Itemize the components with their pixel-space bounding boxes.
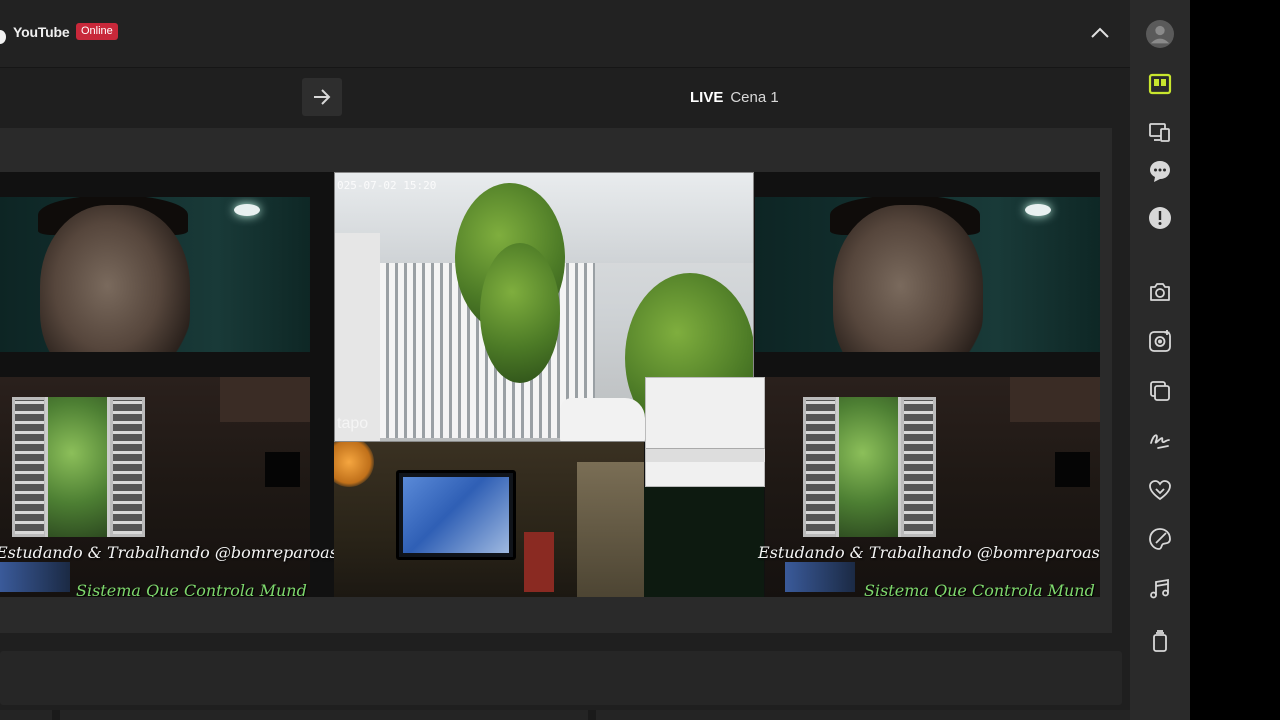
bottom-panel bbox=[0, 651, 1122, 705]
signature-button[interactable] bbox=[1146, 426, 1174, 454]
chat-button[interactable] bbox=[1146, 157, 1174, 185]
overlay-window bbox=[645, 377, 766, 487]
music-button[interactable] bbox=[1146, 575, 1174, 603]
scene-layout-icon bbox=[1148, 73, 1172, 95]
status-badge: Online bbox=[76, 23, 118, 40]
center-desk-feed bbox=[334, 442, 644, 597]
live-label: LIVE bbox=[690, 89, 724, 106]
bottom-strip bbox=[0, 710, 1130, 720]
music-icon bbox=[1150, 578, 1169, 599]
alert-icon bbox=[1149, 207, 1171, 229]
scene-layout-button[interactable] bbox=[1146, 70, 1174, 98]
record-icon bbox=[1149, 330, 1171, 352]
platform-logo-icon bbox=[0, 30, 6, 44]
alerts-button[interactable] bbox=[1146, 204, 1174, 232]
right-sidebar bbox=[1130, 0, 1190, 720]
platform-name: YouTube bbox=[13, 24, 70, 40]
profile-button[interactable] bbox=[1146, 20, 1174, 48]
left-caption-line2: Sistema Que Controla Mund bbox=[76, 581, 307, 597]
chevron-up-icon bbox=[1091, 27, 1109, 38]
dark-feed bbox=[644, 487, 764, 597]
remote-button[interactable] bbox=[1146, 627, 1174, 655]
transition-button[interactable] bbox=[302, 78, 342, 116]
avatar-icon bbox=[1146, 20, 1174, 48]
screenshot-button[interactable] bbox=[1146, 278, 1174, 306]
left-room-feed bbox=[0, 377, 310, 597]
layers-button[interactable] bbox=[1146, 377, 1174, 405]
platform-header: YouTube Online bbox=[0, 0, 1130, 68]
camera-icon bbox=[1150, 283, 1170, 301]
heart-icon bbox=[1149, 480, 1171, 501]
devices-icon bbox=[1149, 123, 1170, 142]
record-button[interactable] bbox=[1146, 327, 1174, 355]
palette-icon bbox=[1149, 528, 1171, 550]
signature-icon bbox=[1150, 434, 1170, 449]
video-canvas[interactable]: Estudando & Trabalhando @bomreparoassist… bbox=[0, 172, 1100, 597]
remote-icon bbox=[1153, 630, 1167, 652]
right-caption-line2: Sistema Que Controla Mund bbox=[864, 581, 1095, 597]
right-room-feed bbox=[765, 377, 1100, 597]
scene-name: Cena 1 bbox=[730, 89, 779, 106]
heart-button[interactable] bbox=[1146, 476, 1174, 504]
right-webcam-feed bbox=[755, 197, 1100, 352]
collapse-button[interactable] bbox=[1086, 20, 1114, 46]
theme-button[interactable] bbox=[1146, 525, 1174, 553]
camera-timestamp: 025-07-02 15:20 bbox=[337, 179, 437, 192]
devices-button[interactable] bbox=[1146, 118, 1174, 146]
live-scene-label: LIVE Cena 1 bbox=[690, 89, 779, 106]
arrow-right-icon bbox=[314, 89, 331, 105]
camera-watermark: tapo bbox=[337, 415, 369, 432]
right-caption-line1: Estudando & Trabalhando @bomreparoassist… bbox=[758, 543, 1100, 562]
chat-icon bbox=[1150, 161, 1170, 182]
streaming-app: YouTube Online LIVE Cena 1 Estudando & T… bbox=[0, 0, 1190, 720]
layers-icon bbox=[1150, 381, 1170, 401]
left-webcam-feed bbox=[0, 197, 310, 352]
